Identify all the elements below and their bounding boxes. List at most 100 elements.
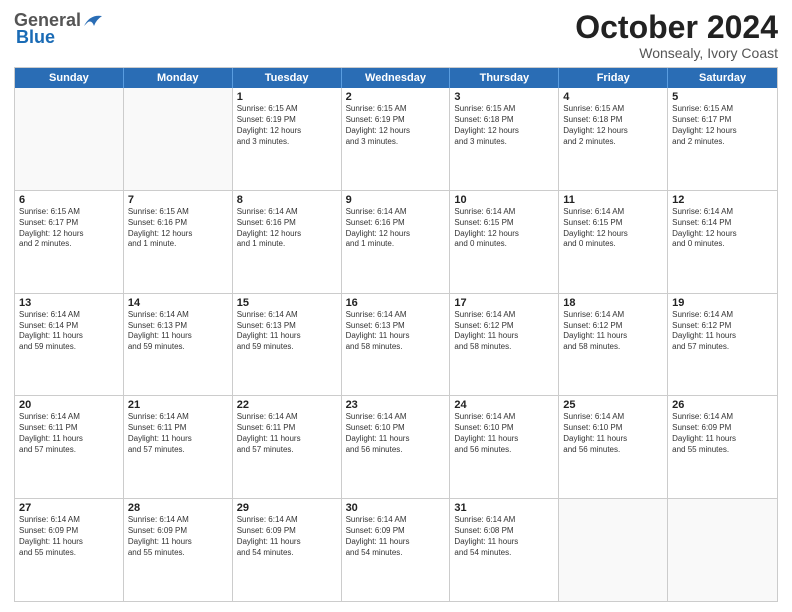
calendar-cell: 28Sunrise: 6:14 AM Sunset: 6:09 PM Dayli… [124,499,233,601]
calendar-cell: 7Sunrise: 6:15 AM Sunset: 6:16 PM Daylig… [124,191,233,293]
calendar-cell [15,88,124,190]
calendar-cell: 16Sunrise: 6:14 AM Sunset: 6:13 PM Dayli… [342,294,451,396]
calendar-cell: 26Sunrise: 6:14 AM Sunset: 6:09 PM Dayli… [668,396,777,498]
calendar-week: 13Sunrise: 6:14 AM Sunset: 6:14 PM Dayli… [15,294,777,397]
day-number: 19 [672,297,773,309]
day-info: Sunrise: 6:14 AM Sunset: 6:10 PM Dayligh… [454,412,554,455]
calendar-cell: 6Sunrise: 6:15 AM Sunset: 6:17 PM Daylig… [15,191,124,293]
day-number: 5 [672,91,773,103]
day-info: Sunrise: 6:14 AM Sunset: 6:13 PM Dayligh… [346,310,446,353]
day-number: 16 [346,297,446,309]
calendar-cell: 30Sunrise: 6:14 AM Sunset: 6:09 PM Dayli… [342,499,451,601]
calendar-cell: 22Sunrise: 6:14 AM Sunset: 6:11 PM Dayli… [233,396,342,498]
day-info: Sunrise: 6:14 AM Sunset: 6:13 PM Dayligh… [128,310,228,353]
day-info: Sunrise: 6:15 AM Sunset: 6:18 PM Dayligh… [563,104,663,147]
day-number: 24 [454,399,554,411]
day-number: 20 [19,399,119,411]
day-info: Sunrise: 6:14 AM Sunset: 6:09 PM Dayligh… [672,412,773,455]
calendar-cell [124,88,233,190]
calendar-week: 1Sunrise: 6:15 AM Sunset: 6:19 PM Daylig… [15,88,777,191]
day-info: Sunrise: 6:15 AM Sunset: 6:17 PM Dayligh… [19,207,119,250]
day-number: 22 [237,399,337,411]
day-info: Sunrise: 6:14 AM Sunset: 6:11 PM Dayligh… [128,412,228,455]
day-number: 18 [563,297,663,309]
calendar-cell: 4Sunrise: 6:15 AM Sunset: 6:18 PM Daylig… [559,88,668,190]
location: Wonsealy, Ivory Coast [575,45,778,61]
calendar-cell: 9Sunrise: 6:14 AM Sunset: 6:16 PM Daylig… [342,191,451,293]
calendar-cell: 15Sunrise: 6:14 AM Sunset: 6:13 PM Dayli… [233,294,342,396]
day-number: 12 [672,194,773,206]
day-info: Sunrise: 6:14 AM Sunset: 6:12 PM Dayligh… [454,310,554,353]
calendar-cell [668,499,777,601]
day-number: 26 [672,399,773,411]
calendar-header-day: Saturday [668,68,777,88]
day-info: Sunrise: 6:15 AM Sunset: 6:19 PM Dayligh… [346,104,446,147]
day-number: 21 [128,399,228,411]
day-info: Sunrise: 6:14 AM Sunset: 6:12 PM Dayligh… [563,310,663,353]
day-number: 25 [563,399,663,411]
day-info: Sunrise: 6:14 AM Sunset: 6:11 PM Dayligh… [19,412,119,455]
calendar-cell: 25Sunrise: 6:14 AM Sunset: 6:10 PM Dayli… [559,396,668,498]
day-number: 17 [454,297,554,309]
day-number: 30 [346,502,446,514]
logo-bird-icon [82,12,104,30]
logo-blue: Blue [16,27,55,48]
page-header: General Blue October 2024 Wonsealy, Ivor… [14,10,778,61]
month-title: October 2024 [575,10,778,45]
calendar-week: 27Sunrise: 6:14 AM Sunset: 6:09 PM Dayli… [15,499,777,601]
day-info: Sunrise: 6:15 AM Sunset: 6:18 PM Dayligh… [454,104,554,147]
calendar-cell: 8Sunrise: 6:14 AM Sunset: 6:16 PM Daylig… [233,191,342,293]
calendar-header-day: Thursday [450,68,559,88]
day-info: Sunrise: 6:14 AM Sunset: 6:15 PM Dayligh… [454,207,554,250]
day-info: Sunrise: 6:14 AM Sunset: 6:09 PM Dayligh… [19,515,119,558]
calendar-cell: 27Sunrise: 6:14 AM Sunset: 6:09 PM Dayli… [15,499,124,601]
calendar-header-day: Monday [124,68,233,88]
calendar-cell: 14Sunrise: 6:14 AM Sunset: 6:13 PM Dayli… [124,294,233,396]
calendar-cell: 20Sunrise: 6:14 AM Sunset: 6:11 PM Dayli… [15,396,124,498]
calendar-cell: 21Sunrise: 6:14 AM Sunset: 6:11 PM Dayli… [124,396,233,498]
calendar-header-day: Wednesday [342,68,451,88]
day-number: 10 [454,194,554,206]
day-info: Sunrise: 6:14 AM Sunset: 6:16 PM Dayligh… [346,207,446,250]
day-info: Sunrise: 6:15 AM Sunset: 6:19 PM Dayligh… [237,104,337,147]
day-number: 23 [346,399,446,411]
day-info: Sunrise: 6:14 AM Sunset: 6:09 PM Dayligh… [128,515,228,558]
day-info: Sunrise: 6:14 AM Sunset: 6:10 PM Dayligh… [346,412,446,455]
day-info: Sunrise: 6:14 AM Sunset: 6:11 PM Dayligh… [237,412,337,455]
logo: General Blue [14,10,104,48]
day-info: Sunrise: 6:14 AM Sunset: 6:10 PM Dayligh… [563,412,663,455]
calendar-cell: 24Sunrise: 6:14 AM Sunset: 6:10 PM Dayli… [450,396,559,498]
calendar-cell: 18Sunrise: 6:14 AM Sunset: 6:12 PM Dayli… [559,294,668,396]
day-number: 14 [128,297,228,309]
day-number: 8 [237,194,337,206]
calendar: SundayMondayTuesdayWednesdayThursdayFrid… [14,67,778,602]
calendar-cell: 11Sunrise: 6:14 AM Sunset: 6:15 PM Dayli… [559,191,668,293]
calendar-header-day: Friday [559,68,668,88]
calendar-body: 1Sunrise: 6:15 AM Sunset: 6:19 PM Daylig… [15,88,777,601]
title-block: October 2024 Wonsealy, Ivory Coast [575,10,778,61]
calendar-cell: 31Sunrise: 6:14 AM Sunset: 6:08 PM Dayli… [450,499,559,601]
day-info: Sunrise: 6:14 AM Sunset: 6:08 PM Dayligh… [454,515,554,558]
calendar-header: SundayMondayTuesdayWednesdayThursdayFrid… [15,68,777,88]
calendar-cell: 1Sunrise: 6:15 AM Sunset: 6:19 PM Daylig… [233,88,342,190]
day-info: Sunrise: 6:14 AM Sunset: 6:14 PM Dayligh… [19,310,119,353]
day-number: 29 [237,502,337,514]
day-number: 11 [563,194,663,206]
day-number: 6 [19,194,119,206]
calendar-cell: 29Sunrise: 6:14 AM Sunset: 6:09 PM Dayli… [233,499,342,601]
day-info: Sunrise: 6:15 AM Sunset: 6:17 PM Dayligh… [672,104,773,147]
calendar-week: 6Sunrise: 6:15 AM Sunset: 6:17 PM Daylig… [15,191,777,294]
calendar-cell: 13Sunrise: 6:14 AM Sunset: 6:14 PM Dayli… [15,294,124,396]
day-info: Sunrise: 6:14 AM Sunset: 6:16 PM Dayligh… [237,207,337,250]
calendar-week: 20Sunrise: 6:14 AM Sunset: 6:11 PM Dayli… [15,396,777,499]
day-number: 7 [128,194,228,206]
day-number: 13 [19,297,119,309]
calendar-cell: 23Sunrise: 6:14 AM Sunset: 6:10 PM Dayli… [342,396,451,498]
day-info: Sunrise: 6:14 AM Sunset: 6:15 PM Dayligh… [563,207,663,250]
day-info: Sunrise: 6:14 AM Sunset: 6:13 PM Dayligh… [237,310,337,353]
day-number: 9 [346,194,446,206]
calendar-cell: 17Sunrise: 6:14 AM Sunset: 6:12 PM Dayli… [450,294,559,396]
day-number: 2 [346,91,446,103]
day-number: 4 [563,91,663,103]
day-info: Sunrise: 6:14 AM Sunset: 6:12 PM Dayligh… [672,310,773,353]
